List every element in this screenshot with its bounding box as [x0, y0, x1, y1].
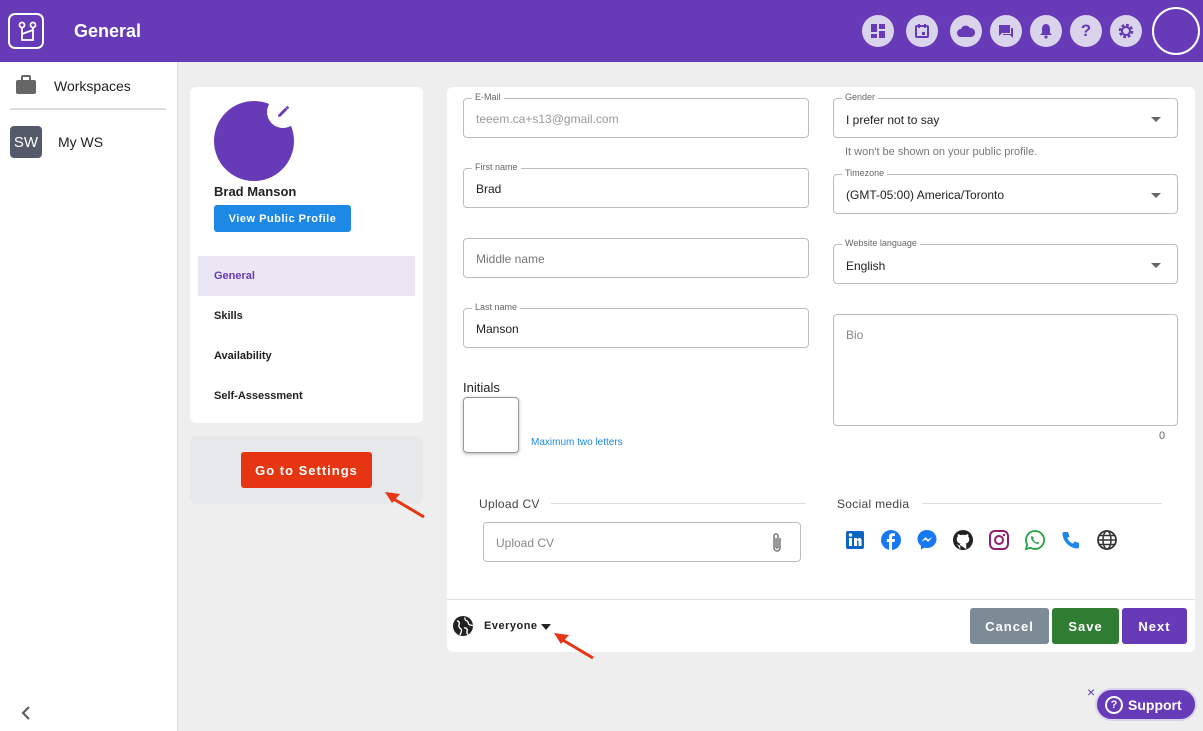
messenger-icon[interactable] — [916, 529, 938, 551]
gender-label: Gender — [842, 92, 879, 102]
gender-value: I prefer not to say — [846, 113, 940, 127]
chevron-down-icon — [1151, 117, 1161, 122]
email-label: E-Mail — [472, 92, 504, 102]
bio-char-count: 0 — [1159, 430, 1166, 442]
globe-icon — [452, 615, 474, 642]
timezone-select[interactable]: Timezone (GMT-05:00) America/Toronto — [833, 168, 1178, 214]
timezone-label: Timezone — [842, 168, 888, 178]
language-label: Website language — [842, 238, 920, 248]
tab-general[interactable]: General — [198, 256, 415, 296]
last-name-label: Last name — [472, 302, 521, 312]
next-button[interactable]: Next — [1122, 608, 1187, 644]
email-value: teeem.ca+s13@gmail.com — [476, 112, 619, 126]
edit-avatar-button[interactable] — [267, 96, 299, 128]
first-name-value: Brad — [476, 182, 502, 196]
settings-icon[interactable] — [1110, 15, 1142, 47]
bell-icon[interactable] — [1030, 15, 1062, 47]
divider — [922, 503, 1162, 504]
dashboard-icon[interactable] — [862, 15, 894, 47]
workspaces-label: Workspaces — [54, 78, 131, 94]
app-logo[interactable] — [8, 13, 44, 49]
bio-placeholder: Bio — [846, 328, 864, 342]
chevron-down-icon — [1151, 193, 1161, 198]
tab-self-assessment[interactable]: Self-Assessment — [198, 376, 415, 416]
workspace-badge: SW — [10, 126, 42, 158]
first-name-field[interactable]: First name Brad — [463, 162, 809, 208]
workspace-item[interactable]: SW My WS — [0, 124, 178, 160]
support-label: Support — [1128, 696, 1182, 713]
gender-select[interactable]: Gender I prefer not to say — [833, 92, 1178, 138]
cancel-button[interactable]: Cancel — [970, 608, 1049, 644]
upload-cv-field[interactable]: Upload CV — [483, 522, 801, 562]
upload-cv-placeholder: Upload CV — [496, 536, 555, 550]
language-select[interactable]: Website language English — [833, 238, 1178, 284]
email-field[interactable]: E-Mail teeem.ca+s13@gmail.com — [463, 92, 809, 138]
audience-select[interactable]: Everyone — [484, 620, 538, 632]
middle-name-field[interactable]: Middle name — [463, 238, 809, 278]
whatsapp-icon[interactable] — [1024, 529, 1046, 551]
user-avatar[interactable] — [1152, 7, 1200, 55]
workspaces-nav[interactable]: Workspaces — [0, 62, 178, 108]
help-icon[interactable]: ? — [1070, 15, 1102, 47]
middle-name-placeholder: Middle name — [476, 252, 545, 266]
support-button[interactable]: ? Support — [1095, 688, 1197, 721]
workspace-name: My WS — [58, 134, 104, 150]
language-value: English — [846, 259, 886, 273]
annotation-arrow — [385, 492, 425, 519]
paperclip-icon[interactable] — [770, 532, 784, 559]
calendar-icon[interactable] — [906, 15, 938, 47]
timezone-value: (GMT-05:00) America/Toronto — [846, 188, 1005, 202]
go-to-settings-button[interactable]: Go to Settings — [241, 452, 372, 488]
social-media-title: Social media — [837, 497, 910, 511]
profile-name: Brad Manson — [214, 184, 297, 199]
logo-icon — [18, 21, 37, 41]
top-bar: General ? — [0, 0, 1203, 62]
initials-input[interactable] — [463, 397, 519, 453]
cloud-icon[interactable] — [950, 15, 982, 47]
instagram-icon[interactable] — [988, 529, 1010, 551]
divider — [10, 108, 166, 110]
website-icon[interactable] — [1096, 529, 1118, 551]
pencil-icon — [278, 105, 290, 117]
tab-skills[interactable]: Skills — [198, 296, 415, 336]
annotation-arrow — [554, 633, 594, 660]
last-name-value: Manson — [476, 322, 519, 336]
initials-hint: Maximum two letters — [531, 437, 623, 448]
tab-availability[interactable]: Availability — [198, 336, 415, 376]
github-icon[interactable] — [952, 529, 974, 551]
close-icon[interactable]: × — [1087, 684, 1095, 700]
view-public-profile-button[interactable]: View Public Profile — [214, 205, 351, 232]
last-name-field[interactable]: Last name Manson — [463, 302, 809, 348]
first-name-label: First name — [472, 162, 521, 172]
phone-icon[interactable] — [1060, 529, 1082, 551]
bio-textarea[interactable]: Bio — [833, 314, 1178, 426]
chat-icon[interactable] — [990, 15, 1022, 47]
page-title: General — [74, 21, 142, 41]
initials-label: Initials — [463, 380, 500, 395]
chevron-down-icon — [1151, 263, 1161, 268]
upload-cv-title: Upload CV — [479, 497, 540, 511]
left-sidebar: Workspaces SW My WS — [0, 62, 178, 731]
chevron-left-icon[interactable] — [17, 704, 35, 722]
gender-hint: It won't be shown on your public profile… — [845, 146, 1038, 158]
divider — [551, 503, 805, 504]
divider — [447, 599, 1195, 600]
linkedin-icon[interactable] — [844, 529, 866, 551]
facebook-icon[interactable] — [880, 529, 902, 551]
save-button[interactable]: Save — [1052, 608, 1119, 644]
briefcase-icon — [15, 75, 37, 100]
profile-card: Brad Manson View Public Profile General … — [190, 87, 423, 423]
help-icon: ? — [1105, 695, 1123, 714]
